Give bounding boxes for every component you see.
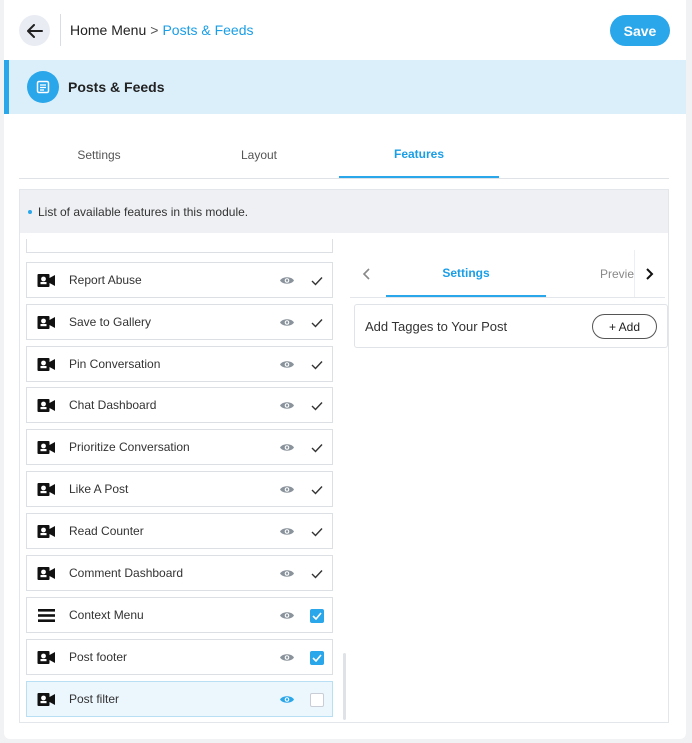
- eye-icon[interactable]: [279, 526, 295, 537]
- chevron-right-icon[interactable]: [642, 266, 656, 282]
- eye-icon[interactable]: [279, 359, 295, 370]
- feature-label: Report Abuse: [69, 273, 142, 287]
- features-panel: List of available features in this modul…: [19, 189, 669, 723]
- breadcrumb: Home Menu > Posts & Feeds: [70, 22, 254, 38]
- scrollbar-thumb[interactable]: [343, 653, 346, 720]
- eye-icon[interactable]: [279, 568, 295, 579]
- back-button[interactable]: [19, 15, 50, 46]
- setting-label: Add Tagges to Your Post: [365, 318, 508, 334]
- feature-item-post-footer[interactable]: Post footer: [26, 639, 333, 675]
- checkmark-icon[interactable]: [310, 441, 324, 455]
- tab-scroll-divider: [634, 250, 635, 297]
- module-tabs: Settings Layout Features: [19, 131, 669, 179]
- eye-icon[interactable]: [279, 275, 295, 286]
- feature-label: Prioritize Conversation: [69, 440, 190, 454]
- list-item[interactable]: [26, 239, 333, 253]
- eye-icon[interactable]: [279, 484, 295, 495]
- feature-item-post-filter[interactable]: Post filter: [26, 681, 333, 717]
- setting-row-tags: Add Tagges to Your Post + Add: [354, 304, 668, 348]
- feature-item-comment-dashboard[interactable]: Comment Dashboard: [26, 555, 333, 591]
- video-icon: [37, 483, 55, 496]
- eye-icon[interactable]: [279, 610, 295, 621]
- module-header: Posts & Feeds: [4, 60, 686, 114]
- eye-icon[interactable]: [279, 442, 295, 453]
- menu-icon: [38, 609, 55, 622]
- bullet-dot: [28, 209, 32, 214]
- tab-features[interactable]: Features: [339, 131, 499, 178]
- document-icon: [27, 71, 59, 103]
- eye-icon[interactable]: [279, 652, 295, 663]
- top-bar: Home Menu > Posts & Feeds Save: [4, 0, 686, 60]
- add-tag-button[interactable]: + Add: [592, 314, 657, 339]
- checkmark-icon[interactable]: [310, 274, 324, 288]
- checkmark-icon[interactable]: [310, 358, 324, 372]
- eye-icon[interactable]: [279, 317, 295, 328]
- eye-icon[interactable]: [279, 694, 295, 705]
- feature-label: Chat Dashboard: [69, 398, 157, 412]
- checkmark-icon[interactable]: [310, 316, 324, 330]
- feature-list[interactable]: Report Abuse Save to Gallery Pin Convers…: [24, 239, 334, 723]
- feature-label: Like A Post: [69, 482, 129, 496]
- checkmark-icon[interactable]: [310, 399, 324, 413]
- save-button[interactable]: Save: [610, 15, 670, 46]
- checkmark-icon[interactable]: [310, 567, 324, 581]
- eye-icon[interactable]: [279, 400, 295, 411]
- menu-icon: [37, 239, 56, 251]
- tab-layout[interactable]: Layout: [179, 131, 339, 178]
- video-icon: [37, 399, 55, 412]
- divider: [60, 14, 61, 46]
- tab-feature-settings[interactable]: Settings: [386, 250, 546, 297]
- video-icon: [37, 316, 55, 329]
- feature-label: Read Counter: [69, 524, 144, 538]
- tab-settings[interactable]: Settings: [19, 131, 179, 178]
- feature-item-report-abuse[interactable]: Report Abuse: [26, 262, 333, 298]
- checkbox-checked[interactable]: [310, 609, 324, 623]
- breadcrumb-current: Posts & Feeds: [162, 22, 254, 38]
- video-icon: [37, 358, 55, 371]
- feature-label: Context Menu: [69, 608, 144, 622]
- settings-tabs: Settings Previe: [350, 250, 665, 298]
- feature-item-prioritize-conversation[interactable]: Prioritize Conversation: [26, 429, 333, 465]
- feature-item-pin-conversation[interactable]: Pin Conversation: [26, 346, 333, 382]
- feature-item-like-a-post[interactable]: Like A Post: [26, 471, 333, 507]
- feature-item-context-menu[interactable]: Context Menu: [26, 597, 333, 633]
- info-text: List of available features in this modul…: [38, 204, 249, 219]
- feature-settings-panel: Settings Previe Add Tagges to Your Post …: [350, 250, 668, 724]
- video-icon: [37, 567, 55, 580]
- checkmark-icon[interactable]: [310, 483, 324, 497]
- info-bar: List of available features in this modul…: [20, 190, 668, 233]
- feature-item-chat-dashboard[interactable]: Chat Dashboard: [26, 387, 333, 423]
- feature-label: Save to Gallery: [69, 315, 152, 329]
- video-icon: [37, 525, 55, 538]
- module-title: Posts & Feeds: [68, 79, 165, 95]
- checkbox-unchecked[interactable]: [310, 693, 324, 707]
- checkmark-icon[interactable]: [310, 525, 324, 539]
- feature-label: Pin Conversation: [69, 357, 161, 371]
- video-icon: [37, 274, 55, 287]
- breadcrumb-separator: >: [150, 22, 159, 38]
- video-icon: [37, 693, 55, 706]
- video-icon: [37, 441, 55, 454]
- video-icon: [37, 651, 55, 664]
- app-frame: Home Menu > Posts & Feeds Save Posts & F…: [4, 0, 686, 739]
- chevron-left-icon[interactable]: [360, 266, 374, 282]
- arrow-left-icon: [26, 23, 43, 38]
- feature-label: Comment Dashboard: [69, 566, 184, 580]
- feature-label: Post footer: [69, 650, 128, 664]
- checkbox-checked[interactable]: [310, 651, 324, 665]
- feature-item-read-counter[interactable]: Read Counter: [26, 513, 333, 549]
- breadcrumb-home[interactable]: Home Menu: [70, 22, 146, 38]
- feature-label: Post filter: [69, 692, 120, 706]
- feature-item-save-to-gallery[interactable]: Save to Gallery: [26, 304, 333, 340]
